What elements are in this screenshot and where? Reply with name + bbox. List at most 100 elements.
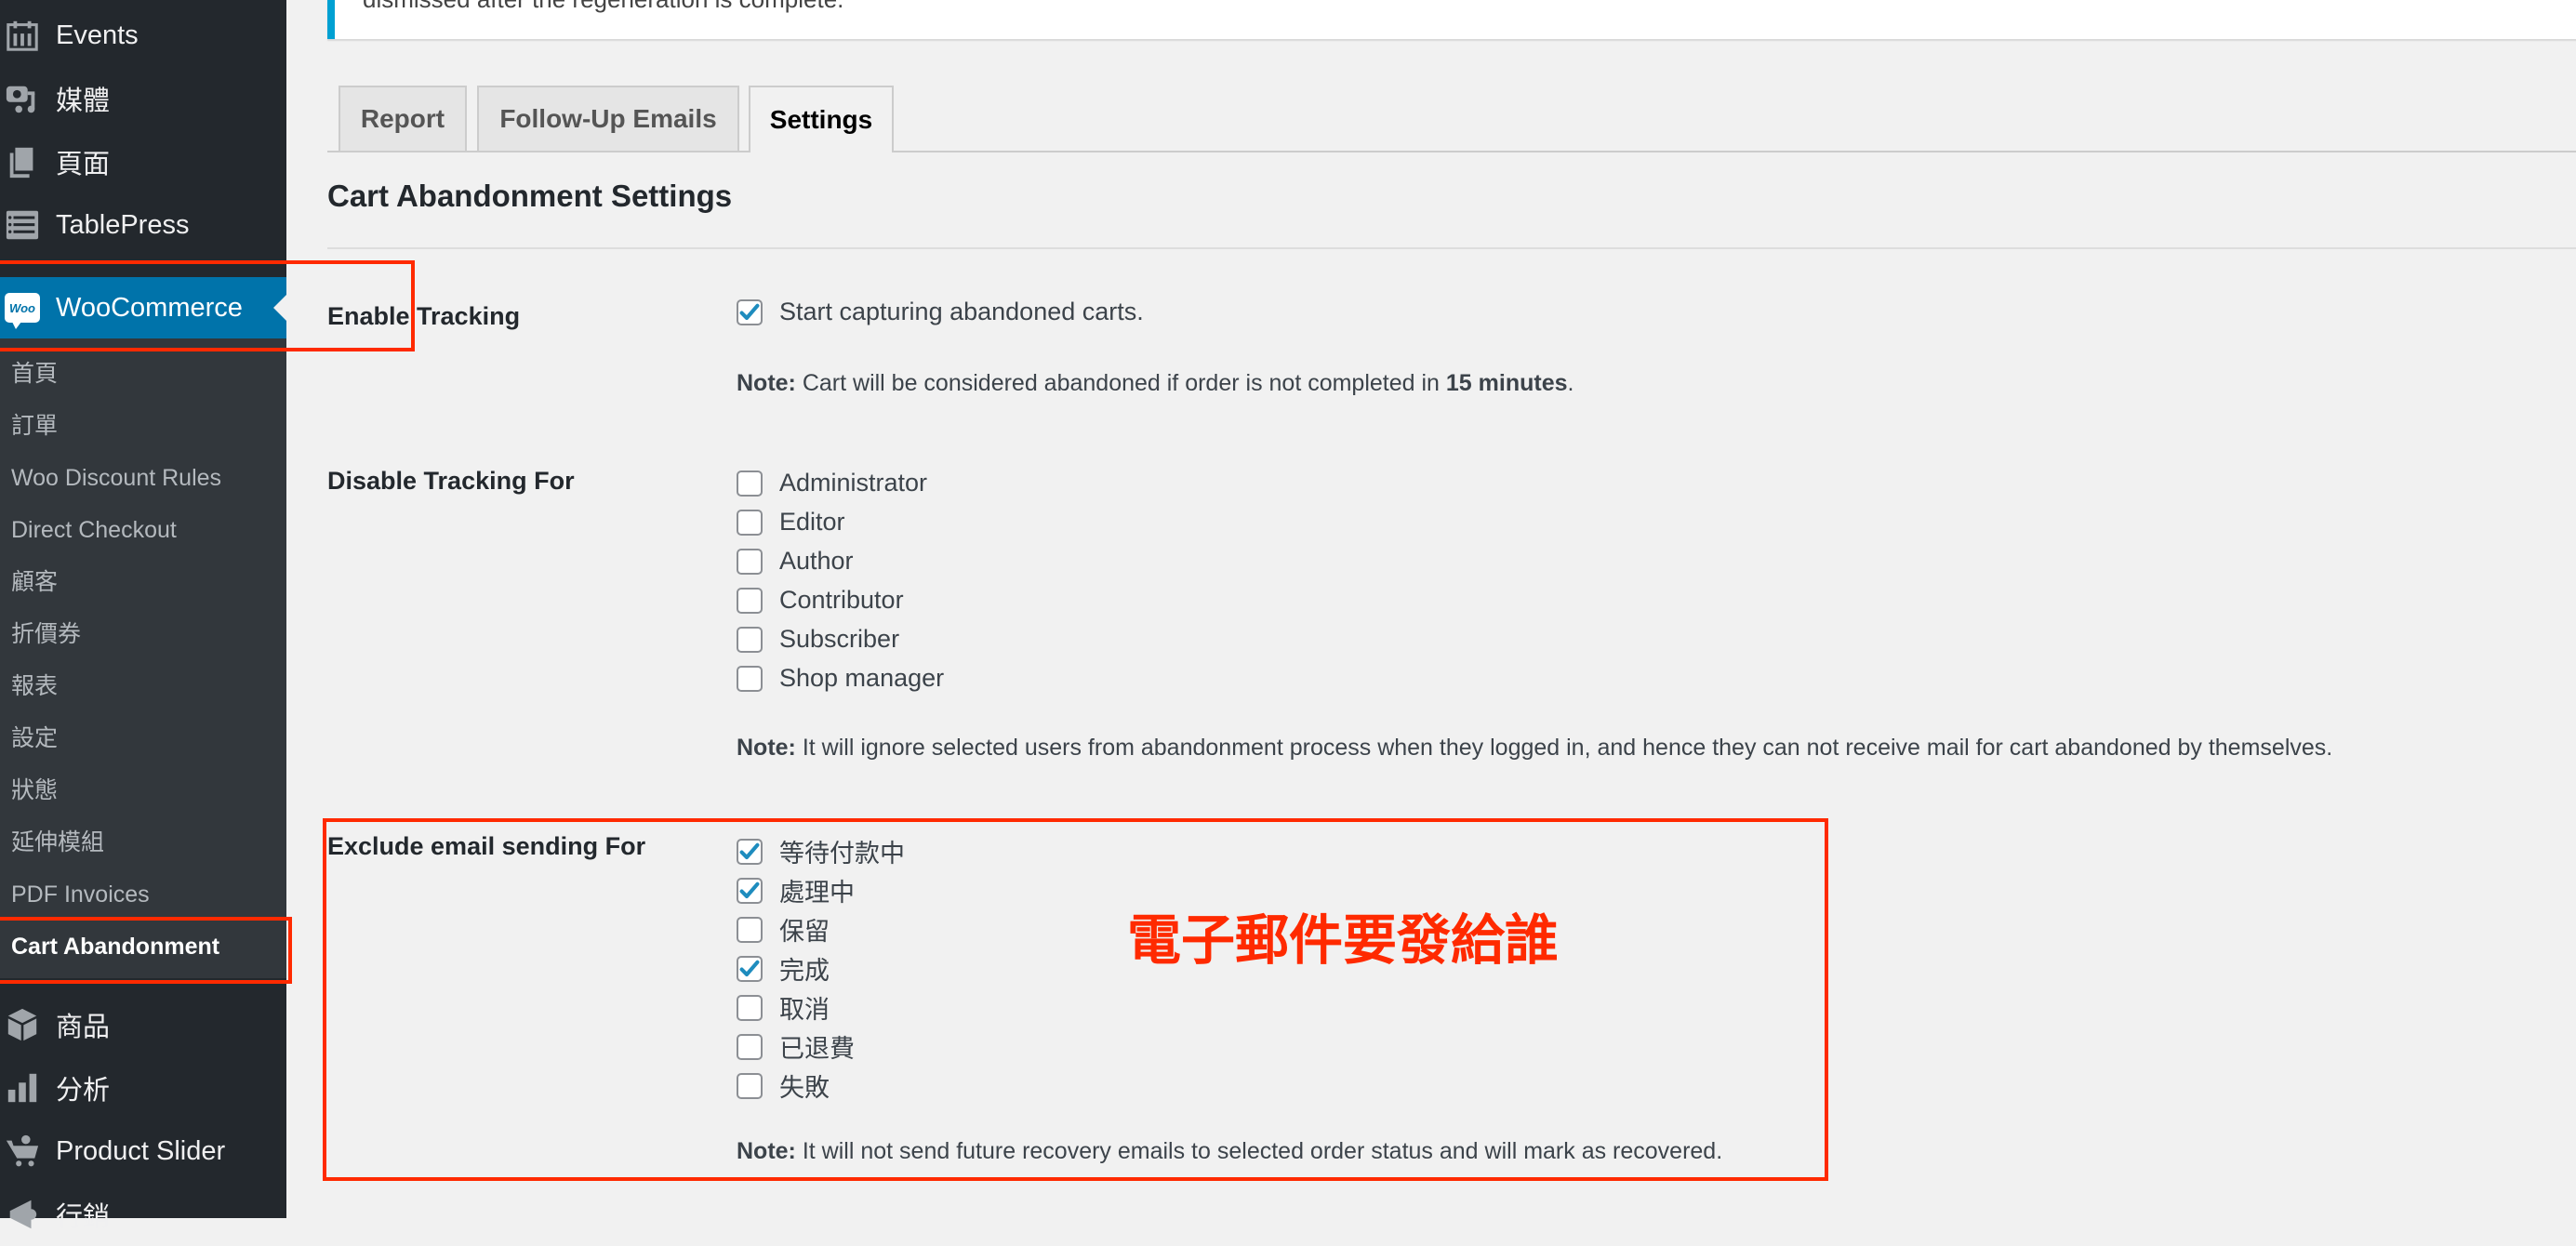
- submenu-item[interactable]: 報表: [11, 668, 58, 705]
- checkbox[interactable]: [737, 1033, 763, 1060]
- sidebar-item-label: 商品: [56, 1013, 111, 1042]
- checkbox[interactable]: [737, 626, 763, 653]
- checkbox-label: 保留: [779, 918, 830, 946]
- sidebar-item-label: Events: [56, 20, 139, 50]
- note-prefix: Note:: [737, 370, 796, 396]
- sidebar-item-label: 媒體: [56, 86, 111, 116]
- checkbox[interactable]: [737, 877, 763, 904]
- highlight-exclude-email: [323, 818, 1828, 1181]
- woocommerce-icon: Woo: [4, 289, 41, 329]
- sidebar-item-products[interactable]: 商品: [0, 993, 286, 1056]
- sidebar-item-product-slider[interactable]: Product Slider: [0, 1120, 286, 1183]
- sidebar-item-label: Product Slider: [56, 1135, 226, 1166]
- tab-label: Settings: [769, 105, 873, 134]
- note-bold: 15 minutes: [1445, 370, 1568, 396]
- submenu-item[interactable]: 狀態: [11, 772, 58, 809]
- submenu-item[interactable]: 訂單: [11, 407, 58, 444]
- checkbox-label: 取消: [779, 996, 830, 1024]
- checkbox[interactable]: [737, 587, 763, 614]
- checkbox-option[interactable]: 保留: [737, 911, 830, 948]
- tab-report[interactable]: Report: [339, 86, 467, 151]
- tab-label: Follow-Up Emails: [499, 104, 717, 133]
- enable-tracking-option[interactable]: Start capturing abandoned carts.: [737, 298, 1144, 326]
- note-suffix: .: [1567, 370, 1574, 396]
- disable-tracking-note: Note: It will ignore selected users from…: [737, 735, 2332, 762]
- sidebar-item-label: 頁面: [56, 150, 111, 179]
- checkbox-option[interactable]: Shop manager: [737, 664, 944, 693]
- checkbox[interactable]: [737, 548, 763, 575]
- pages-icon: [4, 143, 41, 180]
- note-text: It will ignore selected users from aband…: [795, 735, 2333, 761]
- table-icon: [4, 206, 41, 244]
- sidebar-item-marketing[interactable]: 行銷: [0, 1183, 286, 1246]
- enable-tracking-checkbox[interactable]: [737, 298, 763, 325]
- sidebar-item-label: WooCommerce: [56, 292, 243, 323]
- admin-notice: dismissed after the regeneration is comp…: [327, 0, 2576, 39]
- submenu-item[interactable]: 設定: [11, 720, 58, 757]
- sidebar-item-woocommerce[interactable]: Woo WooCommerce: [0, 277, 286, 338]
- sidebar-item-label: 分析: [56, 1076, 111, 1106]
- page-title: Cart Abandonment Settings: [327, 179, 733, 213]
- checkbox-option[interactable]: Subscriber: [737, 625, 899, 654]
- checkbox-label: Contributor: [779, 586, 904, 614]
- checkbox[interactable]: [737, 994, 763, 1021]
- tab-follow-up-emails[interactable]: Follow-Up Emails: [477, 86, 739, 151]
- checkbox-label: Shop manager: [779, 664, 945, 692]
- notice-text: dismissed after the regeneration is comp…: [363, 0, 843, 14]
- annotation-text: 電子郵件要發給誰: [1127, 910, 1560, 971]
- analytics-icon: [4, 1069, 41, 1107]
- note-text: It will not send future recovery emails …: [795, 1138, 1723, 1164]
- checkbox[interactable]: [737, 470, 763, 497]
- submenu-item[interactable]: Direct Checkout: [11, 511, 177, 549]
- checkbox-option[interactable]: 已退費: [737, 1028, 855, 1065]
- submenu-item[interactable]: Cart Abandonment: [11, 928, 219, 965]
- checkbox-label: 完成: [779, 957, 830, 985]
- checkbox-option[interactable]: Administrator: [737, 469, 927, 497]
- checkbox-option[interactable]: Contributor: [737, 586, 904, 615]
- sidebar-item-label: TablePress: [56, 209, 190, 240]
- checkbox[interactable]: [737, 838, 763, 865]
- checkbox[interactable]: [737, 1072, 763, 1099]
- submenu-item[interactable]: 折價券: [11, 616, 81, 653]
- checkbox-label: Editor: [779, 508, 845, 536]
- submenu-item[interactable]: 延伸模組: [11, 824, 104, 861]
- sidebar-item-events[interactable]: Events: [0, 4, 286, 67]
- note-prefix: Note:: [737, 1138, 796, 1164]
- checkbox[interactable]: [737, 509, 763, 536]
- exclude-email-note: Note: It will not send future recovery e…: [737, 1138, 1722, 1165]
- checkbox[interactable]: [737, 916, 763, 943]
- tabs-divider: [327, 151, 2576, 152]
- submenu-item[interactable]: 顧客: [11, 563, 58, 601]
- submenu-item[interactable]: PDF Invoices: [11, 876, 150, 913]
- checkbox-option[interactable]: 失敗: [737, 1067, 830, 1104]
- checkbox-label: Author: [779, 547, 854, 575]
- current-menu-arrow: [273, 295, 286, 321]
- checkbox-option[interactable]: 處理中: [737, 872, 855, 908]
- checkbox[interactable]: [737, 665, 763, 692]
- checkbox-label: 已退費: [779, 1035, 855, 1063]
- media-icon: [4, 80, 41, 117]
- checkbox-label: Subscriber: [779, 625, 900, 653]
- box-icon: [4, 1006, 41, 1043]
- submenu-item[interactable]: Woo Discount Rules: [11, 459, 221, 497]
- sidebar-item-tablepress[interactable]: TablePress: [0, 193, 286, 257]
- sidebar-item-label: 行銷: [56, 1202, 111, 1232]
- note-prefix: Note:: [737, 735, 796, 761]
- checkbox-option[interactable]: 取消: [737, 989, 830, 1026]
- checkbox-option[interactable]: 等待付款中: [737, 833, 905, 869]
- checkbox-option[interactable]: Author: [737, 547, 854, 576]
- sidebar-item-analytics[interactable]: 分析: [0, 1056, 286, 1120]
- woocommerce-submenu: 首頁訂單 Woo Discount Rules Direct Checkout 顧客折…: [0, 338, 286, 978]
- checkbox-option[interactable]: 完成: [737, 950, 830, 987]
- checkbox-label: Start capturing abandoned carts.: [779, 298, 1144, 325]
- checkbox[interactable]: [737, 955, 763, 982]
- checkbox-label: 處理中: [779, 879, 855, 907]
- calendar-icon: [4, 17, 41, 54]
- submenu-item[interactable]: 首頁: [11, 355, 58, 392]
- checkbox-option[interactable]: Editor: [737, 508, 845, 537]
- tab-label: Report: [360, 104, 445, 133]
- sidebar-item-media[interactable]: 媒體: [0, 67, 286, 130]
- title-divider: [327, 247, 2576, 249]
- tab-settings[interactable]: Settings: [749, 86, 894, 152]
- sidebar-item-pages[interactable]: 頁面: [0, 130, 286, 193]
